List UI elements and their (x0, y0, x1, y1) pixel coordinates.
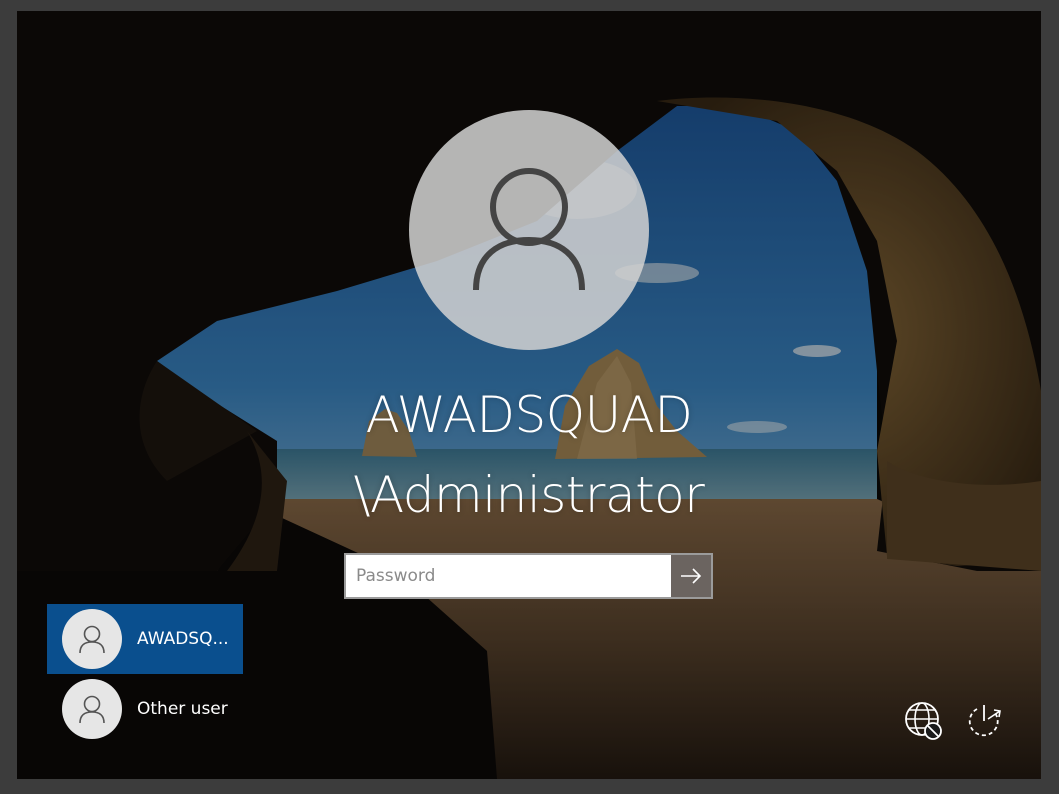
lock-screen: AWADSQUAD \Administrator AWADSQ... Other… (17, 11, 1041, 779)
user-tile-label: Other user (137, 699, 228, 719)
network-button[interactable] (903, 700, 945, 742)
person-icon (79, 695, 105, 724)
password-box (344, 553, 713, 599)
submit-button[interactable] (671, 555, 711, 597)
user-avatar-large (409, 110, 649, 350)
username-display: AWADSQUAD \Administrator (329, 375, 729, 535)
username-domain: AWADSQUAD (365, 386, 693, 444)
user-tile-avatar (62, 609, 122, 669)
user-tile-avatar (62, 679, 122, 739)
password-input[interactable] (346, 555, 671, 597)
person-icon (79, 625, 105, 654)
user-tile-other-user[interactable]: Other user (47, 674, 243, 744)
user-list: AWADSQ... Other user (47, 604, 243, 744)
network-disconnected-icon (905, 702, 942, 740)
user-tile-administrator[interactable]: AWADSQ... (47, 604, 243, 674)
user-tile-label: AWADSQ... (137, 629, 229, 649)
power-button[interactable] (963, 700, 1005, 742)
arrow-right-icon (681, 568, 702, 584)
person-icon (473, 168, 585, 291)
system-tray (903, 700, 1005, 742)
power-icon (968, 705, 1001, 737)
username-account: \Administrator (353, 466, 705, 524)
